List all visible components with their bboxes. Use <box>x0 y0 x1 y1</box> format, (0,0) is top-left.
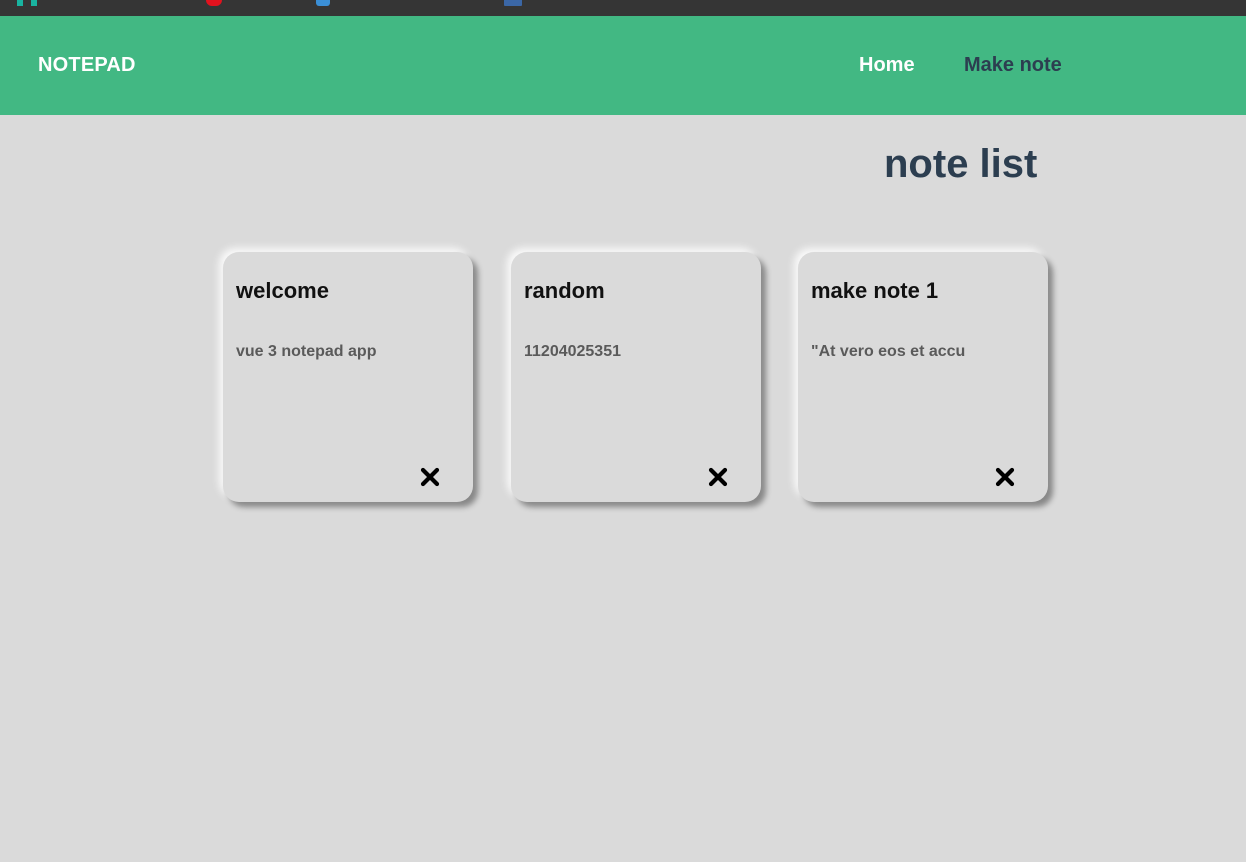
page-title: note list <box>884 142 1038 186</box>
note-title: random <box>524 278 605 303</box>
bookmark-favicon[interactable] <box>504 0 522 6</box>
note-title: make note 1 <box>811 278 939 303</box>
bookmark-favicon[interactable] <box>316 0 330 6</box>
bookmark-favicon[interactable] <box>206 0 222 6</box>
nav-home-link[interactable]: Home <box>859 54 915 77</box>
bookmark-favicon[interactable] <box>31 0 37 6</box>
bookmark-favicon[interactable] <box>17 0 23 6</box>
nav-make-note-link[interactable]: Make note <box>964 54 1062 77</box>
delete-note-button[interactable] <box>707 466 729 488</box>
delete-note-button[interactable] <box>419 466 441 488</box>
note-card[interactable]: make note 1 "At vero eos et accu <box>798 252 1048 502</box>
note-card[interactable]: random 11204025351 <box>511 252 761 502</box>
delete-note-button[interactable] <box>994 466 1016 488</box>
note-body: "At vero eos et accu <box>811 343 966 360</box>
note-body: vue 3 notepad app <box>236 343 377 360</box>
close-icon <box>995 467 1015 487</box>
close-icon <box>708 467 728 487</box>
note-card[interactable]: welcome vue 3 notepad app <box>223 252 473 502</box>
brand-logo[interactable]: NOTEPAD <box>38 54 136 77</box>
note-body: 11204025351 <box>524 343 621 360</box>
note-title: welcome <box>236 278 329 303</box>
close-icon <box>420 467 440 487</box>
navbar: NOTEPAD Home Make note <box>0 16 1246 115</box>
bookmarks-bar <box>0 0 1246 16</box>
